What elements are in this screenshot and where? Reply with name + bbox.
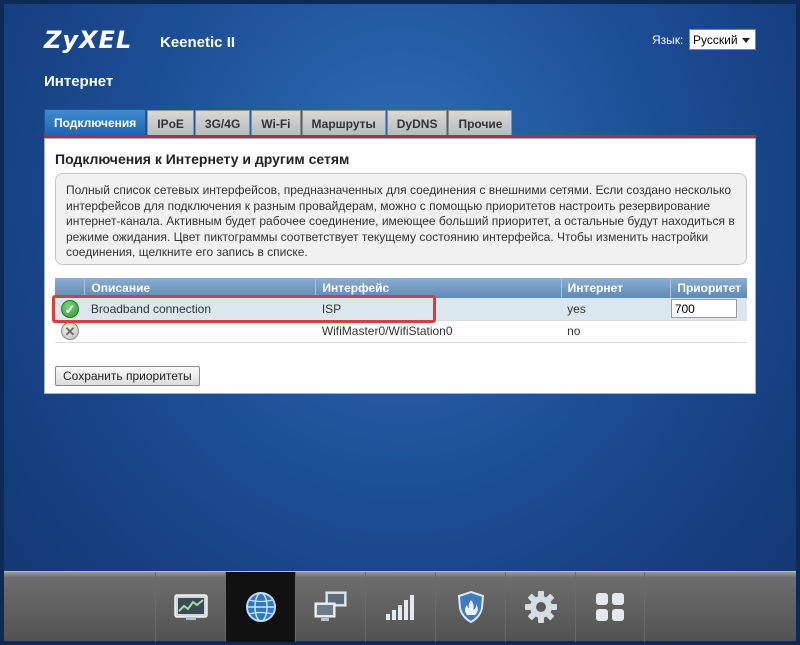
panel-description: Полный список сетевых интерфейсов, предн… [55,173,747,265]
dock-item-internet[interactable] [225,572,295,642]
dock-item-apps[interactable] [575,572,645,642]
tab-3g4g[interactable]: 3G/4G [194,110,251,136]
table-row[interactable]: ✕ WifiMaster0/WifiStation0 no [55,320,747,343]
signal-bars-icon [385,595,414,620]
tab-bar: Подключения IPoE 3G/4G Wi-Fi Маршруты Dy… [44,109,513,136]
network-computers-icon [314,591,346,621]
chevron-down-icon [742,38,750,43]
language-select[interactable]: Русский [689,29,756,50]
dock-item-monitor[interactable] [155,572,225,642]
dock-item-wifi[interactable] [365,572,435,642]
globe-icon [245,592,276,622]
tab-other[interactable]: Прочие [448,110,513,136]
apps-grid-icon [596,593,624,621]
cross-icon: ✕ [60,322,79,340]
row-interface: WifiMaster0/WifiStation0 [315,320,562,343]
tab-ipoe[interactable]: IPoE [147,110,194,136]
dock-item-system[interactable] [505,572,575,642]
highlight-annotation [52,295,436,323]
tab-wifi[interactable]: Wi-Fi [251,110,301,136]
monitor-chart-icon [173,594,208,620]
tab-connections[interactable]: Подключения [44,109,147,136]
col-priority[interactable]: Приоритет [670,278,747,298]
col-internet[interactable]: Интернет [561,278,672,298]
connections-panel: Подключения к Интернету и другим сетям П… [44,138,756,394]
dock-item-home-network[interactable] [295,572,365,642]
bottom-dock [4,571,796,642]
page-title: Интернет [44,73,114,90]
model-name: Keenetic II [160,34,236,51]
panel-title: Подключения к Интернету и другим сетям [55,151,350,167]
row-priority [670,320,747,343]
row-internet: no [561,320,671,343]
brand-logo: ZyXEL [44,26,133,54]
save-priorities-button[interactable]: Сохранить приоритеты [55,366,200,386]
gear-icon [524,591,557,623]
tab-dydns[interactable]: DyDNS [386,110,448,136]
row-internet: yes [561,298,671,321]
language-label: Язык: [652,33,684,47]
tab-routes[interactable]: Маршруты [301,110,386,136]
priority-input[interactable] [670,299,737,319]
dock-item-security[interactable] [435,572,505,642]
shield-icon [457,590,484,624]
language-value: Русский [693,33,738,47]
row-description [84,320,316,343]
